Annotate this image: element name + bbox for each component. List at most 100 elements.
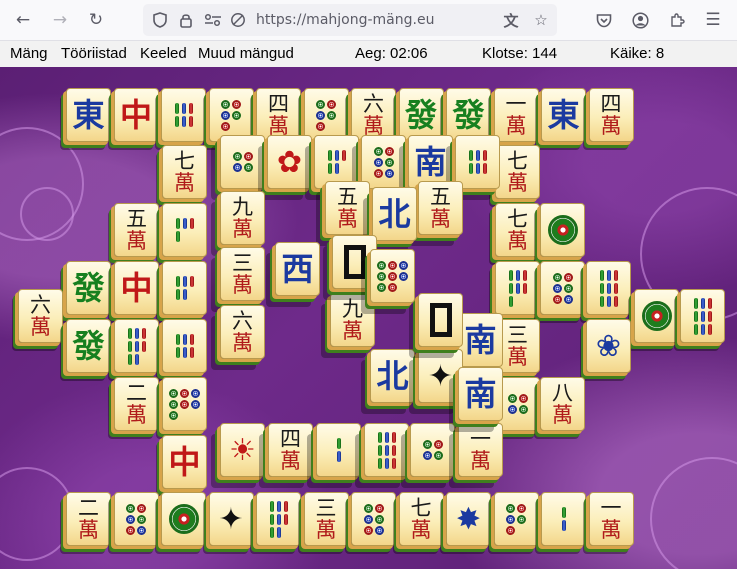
- mahjong-tile[interactable]: 六萬: [18, 289, 63, 343]
- menu-item-other-games[interactable]: Muud mängud: [198, 45, 294, 62]
- menu-item-languages[interactable]: Keeled: [140, 45, 187, 62]
- mahjong-tile[interactable]: [541, 492, 586, 546]
- mahjong-tile[interactable]: ✦: [418, 349, 463, 403]
- mahjong-tile[interactable]: ✸: [446, 492, 491, 546]
- mahjong-tile[interactable]: [540, 261, 585, 315]
- mahjong-tile[interactable]: 一萬: [493, 88, 539, 142]
- mahjong-tile[interactable]: [540, 203, 585, 257]
- mahjong-tile[interactable]: [162, 377, 207, 431]
- mahjong-tile[interactable]: 七萬: [495, 203, 540, 257]
- mahjong-tile[interactable]: 北: [370, 349, 415, 403]
- tile-symbol: 二: [126, 380, 147, 405]
- mahjong-tile[interactable]: ☀: [220, 423, 265, 477]
- menu-item-tools[interactable]: Tööriistad: [61, 45, 127, 62]
- mahjong-tile[interactable]: 三萬: [220, 247, 265, 301]
- mahjong-tile[interactable]: 南: [458, 313, 503, 367]
- mahjong-tile[interactable]: 中: [113, 88, 159, 142]
- mahjong-tile[interactable]: 南: [458, 367, 503, 421]
- bookmark-star-icon[interactable]: ☆: [529, 4, 553, 36]
- mahjong-tile[interactable]: 一萬: [458, 423, 503, 477]
- mahjong-tile[interactable]: [161, 88, 206, 142]
- mahjong-tile[interactable]: ✦: [208, 492, 254, 546]
- mahjong-tile[interactable]: [316, 423, 361, 477]
- mahjong-tile[interactable]: [493, 492, 539, 546]
- back-icon[interactable]: ←: [9, 6, 37, 34]
- mahjong-tile[interactable]: [220, 135, 265, 189]
- tile-symbol: 萬: [505, 113, 527, 138]
- tile-pip: [399, 271, 408, 281]
- mahjong-tile[interactable]: [634, 289, 679, 343]
- mahjong-tile[interactable]: [410, 423, 455, 477]
- mahjong-tile[interactable]: 五萬: [418, 181, 463, 235]
- mahjong-tile[interactable]: 北: [372, 187, 417, 241]
- tile-pip: [506, 514, 515, 524]
- mahjong-tile[interactable]: [161, 492, 206, 546]
- mahjong-tile[interactable]: 七萬: [398, 492, 444, 546]
- mahjong-tile[interactable]: 五萬: [325, 181, 370, 235]
- mahjong-tile[interactable]: 中: [162, 435, 207, 489]
- mahjong-tile[interactable]: [113, 492, 159, 546]
- mahjong-tile[interactable]: 發: [66, 319, 111, 373]
- tile-symbol: 東: [72, 96, 105, 134]
- mahjong-tile[interactable]: [455, 135, 500, 189]
- tile-symbol: 四: [600, 91, 622, 116]
- mahjong-tile[interactable]: 發: [398, 88, 444, 142]
- tile-pip: [127, 327, 132, 339]
- tracking-blocked-icon[interactable]: [227, 4, 249, 36]
- mahjong-tile[interactable]: 四萬: [588, 88, 634, 142]
- mahjong-tile[interactable]: [586, 261, 631, 315]
- reload-icon[interactable]: ↻: [82, 6, 110, 34]
- mahjong-tile[interactable]: 三萬: [303, 492, 349, 546]
- menu-item-game[interactable]: Mäng: [10, 45, 48, 62]
- mahjong-tile[interactable]: [114, 319, 159, 373]
- mahjong-tile[interactable]: [418, 293, 463, 347]
- mahjong-tile[interactable]: [162, 203, 207, 257]
- mahjong-tile[interactable]: 四萬: [256, 88, 301, 142]
- mahjong-tile[interactable]: 發: [446, 88, 491, 142]
- mahjong-tile[interactable]: [495, 261, 540, 315]
- mahjong-tile[interactable]: [208, 88, 254, 142]
- mahjong-tile[interactable]: [303, 88, 349, 142]
- mahjong-tile[interactable]: 八萬: [540, 377, 585, 431]
- mahjong-tile[interactable]: [162, 261, 207, 315]
- mahjong-tile[interactable]: 發: [66, 261, 111, 315]
- mahjong-tile[interactable]: 六萬: [351, 88, 396, 142]
- mahjong-tile[interactable]: 五萬: [114, 203, 159, 257]
- mahjong-tile[interactable]: 二萬: [66, 492, 111, 546]
- mahjong-tile[interactable]: ✿: [267, 135, 312, 189]
- lock-icon[interactable]: [175, 4, 197, 36]
- menu-icon[interactable]: ☰: [699, 6, 727, 34]
- tile-pip: [384, 146, 394, 156]
- extensions-icon[interactable]: [663, 6, 691, 34]
- mahjong-tile[interactable]: [351, 492, 396, 546]
- forward-icon[interactable]: →: [46, 6, 74, 34]
- mahjong-tile[interactable]: 七萬: [162, 145, 207, 199]
- mahjong-tile[interactable]: 一萬: [588, 492, 634, 546]
- tile-pip: 五萬: [337, 186, 358, 230]
- mahjong-tile[interactable]: ❀: [586, 319, 631, 373]
- mahjong-tile[interactable]: 七萬: [495, 145, 540, 199]
- url-text[interactable]: https://mahjong-mäng.eu: [256, 4, 434, 36]
- mahjong-tile[interactable]: 九萬: [220, 191, 265, 245]
- mahjong-tile[interactable]: 六萬: [220, 305, 265, 359]
- permissions-icon[interactable]: [201, 4, 225, 36]
- url-bar[interactable]: https://mahjong-mäng.eu 文 ☆: [143, 4, 557, 36]
- mahjong-tile[interactable]: 西: [275, 242, 320, 296]
- mahjong-tile[interactable]: 東: [66, 88, 111, 142]
- mahjong-tile[interactable]: 中: [114, 261, 159, 315]
- mahjong-tile[interactable]: 東: [541, 88, 586, 142]
- mahjong-tile[interactable]: 四萬: [268, 423, 313, 477]
- account-icon[interactable]: [626, 6, 654, 34]
- shield-icon[interactable]: [149, 4, 171, 36]
- mahjong-tile[interactable]: 二萬: [114, 377, 159, 431]
- tile-pip: [134, 353, 139, 365]
- mahjong-tile[interactable]: [680, 289, 725, 343]
- mahjong-tile[interactable]: [162, 319, 207, 373]
- mahjong-tile[interactable]: 九萬: [330, 293, 375, 347]
- translate-icon[interactable]: 文: [499, 4, 523, 36]
- mahjong-tile[interactable]: [256, 492, 301, 546]
- tile-pip: [377, 431, 382, 443]
- mahjong-tile[interactable]: [364, 423, 409, 477]
- mahjong-tile[interactable]: [370, 249, 415, 303]
- pocket-icon[interactable]: [590, 6, 618, 34]
